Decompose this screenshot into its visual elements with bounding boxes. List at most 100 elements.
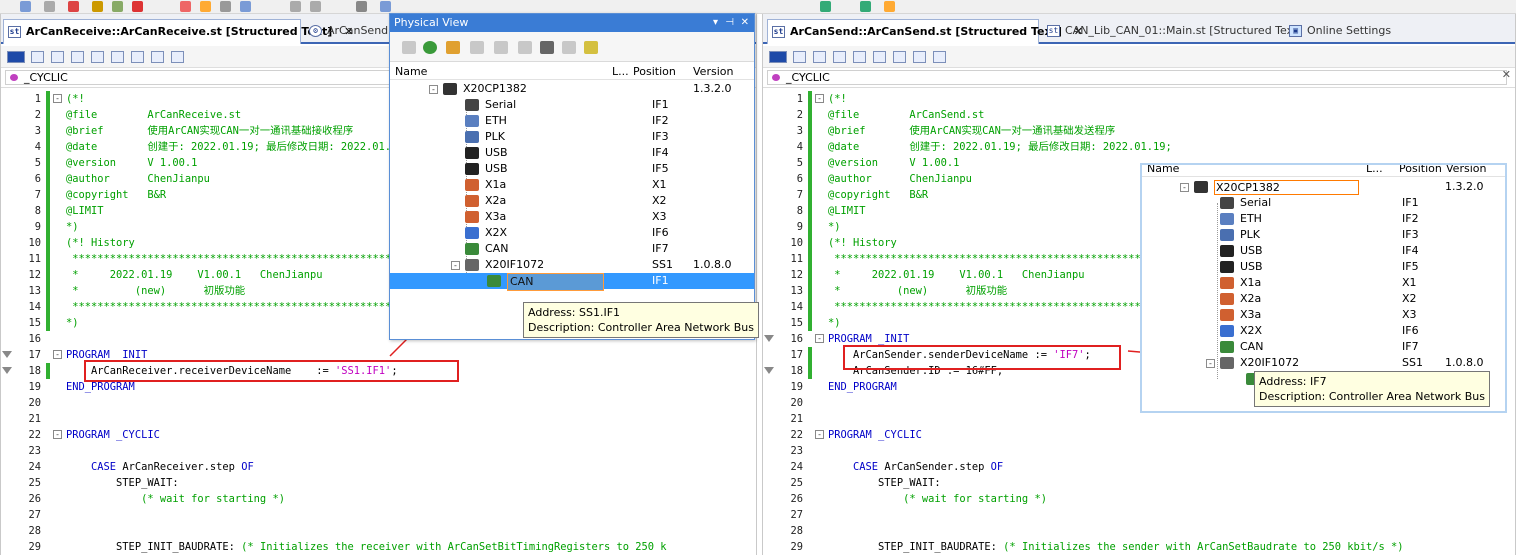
align-left-icon[interactable] xyxy=(71,51,84,63)
col-l[interactable]: L... xyxy=(1366,165,1383,177)
uncomment-icon[interactable] xyxy=(151,51,164,63)
tab-arcanreceive[interactable]: st ArCanReceive::ArCanReceive.st [Struct… xyxy=(3,19,353,44)
fold-toggle-icon[interactable]: - xyxy=(53,94,62,103)
tree-node[interactable]: CAN IF7 xyxy=(390,241,754,257)
fold-toggle-icon[interactable]: - xyxy=(815,430,824,439)
tools-icon[interactable] xyxy=(584,41,598,54)
module-icon[interactable] xyxy=(562,41,576,54)
align-left-icon[interactable] xyxy=(833,51,846,63)
tree-node[interactable]: USB IF4 xyxy=(390,145,754,161)
col-position[interactable]: Position xyxy=(1399,165,1442,177)
uncomment-icon[interactable] xyxy=(913,51,926,63)
code-line[interactable]: 24 CASE ArCanSender.step OF xyxy=(763,459,1515,475)
outdent-icon[interactable] xyxy=(51,51,64,63)
tree-node[interactable]: X2a X2 xyxy=(390,193,754,209)
bookmark-icon[interactable] xyxy=(873,51,886,63)
bookmark-icon[interactable] xyxy=(111,51,124,63)
tree-node[interactable]: CAN IF7 xyxy=(1142,339,1505,355)
indent-icon[interactable] xyxy=(31,51,44,63)
toolbar-button-icon[interactable] xyxy=(290,1,301,12)
tree-node[interactable]: X2X IF6 xyxy=(390,225,754,241)
code-line[interactable]: 27 xyxy=(763,507,1515,523)
tree-node[interactable]: - X20CP1382 1.3.2.0 xyxy=(1142,179,1505,195)
fold-toggle-icon[interactable]: - xyxy=(53,350,62,359)
col-name[interactable]: Name xyxy=(395,64,427,80)
tree-node[interactable]: X3a X3 xyxy=(390,209,754,225)
toolbar-button-icon[interactable] xyxy=(132,1,143,12)
fold-toggle-icon[interactable]: - xyxy=(815,94,824,103)
tab-arcansend[interactable]: st ArCanSend::ArCanSend.st [Structured T… xyxy=(767,19,1083,44)
tree-node[interactable]: - X20CP1382 1.3.2.0 xyxy=(390,81,754,97)
code-line[interactable]: 23 xyxy=(763,443,1515,459)
copy-icon[interactable] xyxy=(518,41,532,54)
expand-toggle-icon[interactable]: - xyxy=(1206,359,1215,368)
toolbar-button-icon[interactable] xyxy=(92,1,103,12)
tree-node[interactable]: USB IF4 xyxy=(1142,243,1505,259)
toolbar-button-icon[interactable] xyxy=(44,1,55,12)
tree-node[interactable]: PLK IF3 xyxy=(390,129,754,145)
code-line[interactable]: 26 (* wait for starting *) xyxy=(1,491,756,507)
code-line[interactable]: 28 xyxy=(1,523,756,539)
search-icon[interactable] xyxy=(423,41,437,54)
toolbar-button-icon[interactable] xyxy=(240,1,251,12)
toolbar-button-icon[interactable] xyxy=(820,1,831,12)
code-line[interactable]: 20 xyxy=(1,395,756,411)
tree-node[interactable]: X3a X3 xyxy=(1142,307,1505,323)
expand-toggle-icon[interactable]: - xyxy=(429,85,438,94)
col-version[interactable]: Version xyxy=(1446,165,1486,177)
toolbar-button-icon[interactable] xyxy=(180,1,191,12)
col-version[interactable]: Version xyxy=(693,64,733,80)
col-position[interactable]: Position xyxy=(633,64,676,80)
tree-node[interactable]: USB IF5 xyxy=(390,161,754,177)
toolbar-button-icon[interactable] xyxy=(220,1,231,12)
close-icon[interactable]: ✕ xyxy=(1502,68,1511,81)
tree-node[interactable]: CAN IF1 xyxy=(390,273,754,291)
edit-icon[interactable] xyxy=(171,51,184,63)
dropdown-icon[interactable]: ▾ xyxy=(713,14,718,32)
expand-toggle-icon[interactable]: - xyxy=(451,261,460,270)
code-line[interactable]: 29 STEP_INIT_BAUDRATE: (* Initializes th… xyxy=(763,539,1515,555)
tree-node[interactable]: PLK IF3 xyxy=(1142,227,1505,243)
fb-icon[interactable] xyxy=(769,51,787,63)
tree-node[interactable]: - X20IF1072 SS1 1.0.8.0 xyxy=(1142,355,1505,371)
fold-toggle-icon[interactable]: - xyxy=(53,430,62,439)
tree-node[interactable]: - X20IF1072 SS1 1.0.8.0 xyxy=(390,257,754,273)
program-section-selector[interactable]: _CYCLIC ✕ xyxy=(763,68,1515,88)
toolbar-button-icon[interactable] xyxy=(20,1,31,12)
expand-toggle-icon[interactable]: - xyxy=(1180,183,1189,192)
tab-online-settings[interactable]: ▣ Online Settings xyxy=(1285,19,1415,44)
edit-icon[interactable] xyxy=(933,51,946,63)
col-l[interactable]: L... xyxy=(612,64,629,80)
code-line[interactable]: 28 xyxy=(763,523,1515,539)
toolbar-button-icon[interactable] xyxy=(380,1,391,12)
tree-node[interactable]: USB IF5 xyxy=(1142,259,1505,275)
outdent-icon[interactable] xyxy=(813,51,826,63)
find-icon[interactable] xyxy=(540,41,554,54)
code-line[interactable]: 26 (* wait for starting *) xyxy=(763,491,1515,507)
toolbar-button-icon[interactable] xyxy=(200,1,211,12)
align-right-icon[interactable] xyxy=(853,51,866,63)
code-line[interactable]: 21 xyxy=(763,411,1515,427)
close-icon[interactable]: ✕ xyxy=(741,14,749,32)
tab-main-st[interactable]: st CAN_Lib_CAN_01::Main.st [Structured T… xyxy=(1043,19,1302,44)
properties-icon[interactable] xyxy=(402,41,416,54)
code-line[interactable]: 22 - PROGRAM _CYCLIC xyxy=(763,427,1515,443)
tree-node[interactable]: X2a X2 xyxy=(1142,291,1505,307)
code-line[interactable]: 25 STEP_WAIT: xyxy=(763,475,1515,491)
toolbar-button-icon[interactable] xyxy=(860,1,871,12)
tree-node[interactable]: ETH IF2 xyxy=(390,113,754,129)
code-line[interactable]: 2 @file ArCanSend.st xyxy=(763,107,1515,123)
align-right-icon[interactable] xyxy=(91,51,104,63)
code-line[interactable]: 27 xyxy=(1,507,756,523)
indent-icon[interactable] xyxy=(793,51,806,63)
toolbar-button-icon[interactable] xyxy=(356,1,367,12)
tree-node[interactable]: X2X IF6 xyxy=(1142,323,1505,339)
pin-icon[interactable]: ⊣ xyxy=(725,14,734,32)
fold-toggle-icon[interactable]: - xyxy=(815,334,824,343)
col-name[interactable]: Name xyxy=(1147,165,1179,177)
tree-node[interactable]: X1a X1 xyxy=(1142,275,1505,291)
code-line[interactable]: 3 @brief 使用ArCAN实现CAN一对一通讯基础发送程序 xyxy=(763,123,1515,139)
tree-node[interactable]: X1a X1 xyxy=(390,177,754,193)
code-line[interactable]: 23 xyxy=(1,443,756,459)
toolbar-button-icon[interactable] xyxy=(112,1,123,12)
